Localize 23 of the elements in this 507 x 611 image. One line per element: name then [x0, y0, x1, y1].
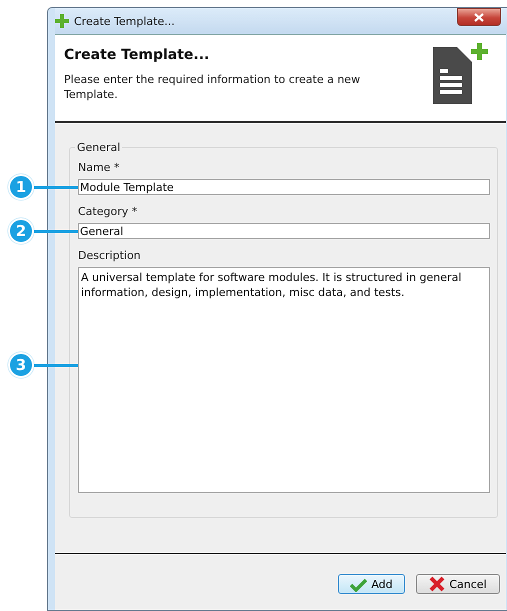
leader-line — [34, 364, 78, 366]
group-title: General — [75, 141, 122, 154]
add-button[interactable]: Add — [338, 574, 405, 594]
dialog-description: Please enter the required information to create a new Template. — [64, 72, 362, 102]
text-field[interactable]: Module Template — [78, 179, 490, 195]
callout-number: 1 — [8, 174, 34, 200]
close-icon — [474, 12, 484, 22]
plus-icon — [55, 14, 69, 28]
leader-line — [34, 186, 78, 188]
cancel-button[interactable]: Cancel — [416, 574, 500, 594]
callout-number: 2 — [8, 218, 34, 244]
field-label: Description — [78, 249, 142, 262]
dialog-heading: Create Template... — [64, 47, 210, 63]
leader-line — [34, 230, 78, 232]
field-label: Category * — [78, 205, 138, 218]
cross-icon — [429, 576, 446, 592]
field-label: Name * — [78, 161, 120, 174]
description-field[interactable]: A universal template for software modules. It is structured in general information, design, implementation, misc data, and tests. — [78, 267, 490, 493]
callout-number: 3 — [8, 352, 34, 378]
checkmark-icon — [350, 576, 368, 592]
window-title: Create Template... — [74, 14, 176, 28]
text-field[interactable]: General — [78, 223, 490, 239]
close-button[interactable] — [457, 8, 501, 26]
